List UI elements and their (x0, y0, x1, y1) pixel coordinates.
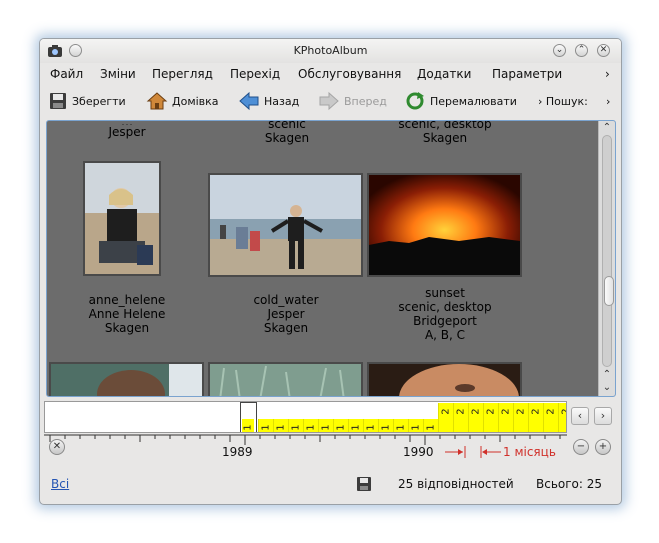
photo-person-beach (85, 163, 159, 274)
photo-grass-partial (210, 364, 361, 396)
close-button[interactable]: ✕ (597, 44, 610, 57)
scroll-up-icon[interactable]: ⌃ (600, 122, 614, 134)
thumbnail-image[interactable] (208, 362, 363, 396)
show-all-link[interactable]: Всі (51, 477, 69, 491)
menu-bar: Файл Зміни Перегляд Перехід Обслуговуван… (40, 65, 621, 85)
date-bar-column[interactable]: 1 (378, 419, 393, 432)
date-bar-column[interactable]: 2 (558, 403, 566, 432)
date-bar-column[interactable]: 1 (333, 419, 348, 432)
maximize-button[interactable]: ⌃ (575, 44, 588, 57)
photo-people-water (210, 175, 361, 275)
date-bar-column[interactable]: 2 (498, 403, 513, 432)
menu-maintenance[interactable]: Обслуговування (298, 67, 401, 81)
scrollbar-handle[interactable] (604, 276, 614, 306)
thumbnail-caption: scenic, desktop Skagen (398, 120, 492, 145)
date-bar-column[interactable]: 1 (318, 419, 333, 432)
date-axis: 1989 1990 1 місяць (44, 433, 567, 463)
menu-edit[interactable]: Зміни (100, 67, 136, 81)
clear-date-selection-button[interactable]: ✕ (49, 439, 65, 455)
zoom-out-button[interactable]: − (573, 439, 589, 455)
thumbnail-image[interactable] (208, 173, 363, 277)
menu-overflow-chevron[interactable]: › (605, 67, 610, 81)
year-label-1990: 1990 (403, 445, 434, 459)
date-bar-column[interactable]: 2 (513, 403, 528, 432)
date-bar-column[interactable]: 2 (468, 403, 483, 432)
total-count: Всього: 25 (536, 477, 603, 491)
unit-label: 1 місяць (503, 445, 556, 459)
back-button[interactable]: Назад (238, 90, 299, 112)
date-bar-column[interactable]: 2 (528, 403, 543, 432)
thumbnail-image[interactable] (367, 173, 522, 277)
search-toolbar-label[interactable]: › Пошук: (538, 90, 588, 112)
menu-plugins[interactable]: Додатки (417, 67, 471, 81)
date-scroll-right-button[interactable]: › (594, 407, 612, 425)
date-range-selection[interactable] (240, 402, 257, 432)
thumbnail-image[interactable] (83, 161, 161, 276)
menu-view[interactable]: Перегляд (152, 67, 213, 81)
back-arrow-icon (239, 91, 259, 111)
date-bar-column[interactable]: 1 (288, 419, 303, 432)
save-label: Зберегти (72, 94, 126, 108)
year-label-1989: 1989 (222, 445, 253, 459)
photo-sunset (369, 175, 520, 275)
redraw-label: Перемалювати (430, 94, 517, 108)
date-bar-column[interactable]: 1 (408, 419, 423, 432)
scroll-down-icon[interactable]: ⌄ (600, 382, 614, 394)
toolbar-overflow-chevron[interactable]: › (606, 90, 610, 112)
thumbnail-image[interactable] (49, 362, 204, 396)
thumbnail-view[interactable]: … Jesper scenic Skagen scenic, desktop S… (46, 120, 616, 397)
thumbnail-image[interactable] (367, 362, 522, 396)
date-bar-column[interactable]: 1 (303, 419, 318, 432)
zoom-in-button[interactable]: + (595, 439, 611, 455)
date-bar-column[interactable]: 1 (273, 419, 288, 432)
date-bar-column[interactable]: 1 (393, 419, 408, 432)
date-bar-column[interactable]: 2 (543, 403, 558, 432)
menu-file[interactable]: Файл (50, 67, 83, 81)
unit-range-arrows-icon (445, 446, 501, 458)
date-bar-column[interactable]: 1 (348, 419, 363, 432)
photo-portrait-partial (51, 364, 202, 396)
vertical-scrollbar[interactable]: ⌃ ⌃ ⌄ (598, 121, 615, 396)
scroll-up-icon[interactable]: ⌃ (600, 369, 614, 381)
thumbnail-caption: sunset scenic, desktop Bridgeport A, B, … (398, 286, 492, 342)
forward-label: Вперед (344, 94, 387, 108)
forward-button[interactable]: Вперед (318, 90, 387, 112)
toolbar: Зберегти Домівка Назад Вперед Перемалюва… (40, 87, 621, 115)
match-count: 25 відповідностей (398, 477, 514, 491)
date-bar-column[interactable]: 1 (258, 419, 273, 432)
date-bar-column[interactable]: 1 (363, 419, 378, 432)
thumbnail-caption: … Jesper (108, 121, 146, 139)
date-bar[interactable]: 1111111111111222222222 (44, 401, 567, 433)
save-button[interactable]: Зберегти (48, 90, 126, 112)
save-status-icon[interactable] (356, 476, 372, 492)
date-bar-column[interactable]: 2 (483, 403, 498, 432)
save-icon (50, 93, 66, 109)
menu-settings[interactable]: Параметри (492, 67, 562, 81)
menu-go[interactable]: Перехід (230, 67, 280, 81)
thumbnail-caption: anne_helene Anne Helene Skagen (88, 293, 166, 335)
back-label: Назад (264, 94, 300, 108)
home-button[interactable]: Домівка (146, 90, 219, 112)
refresh-icon (406, 92, 424, 110)
thumbnail-caption: cold_water Jesper Skagen (253, 293, 319, 335)
scrollbar-groove[interactable] (602, 135, 614, 367)
main-window: KPhotoAlbum ⌄ ⌃ ✕ Файл Зміни Перегляд Пе… (39, 38, 622, 505)
home-icon (146, 92, 168, 110)
date-scroll-left-button[interactable]: ‹ (571, 407, 589, 425)
title-bar: KPhotoAlbum ⌄ ⌃ ✕ (40, 39, 621, 63)
thumbnail-grid: … Jesper scenic Skagen scenic, desktop S… (47, 121, 599, 396)
window-title: KPhotoAlbum (293, 44, 368, 57)
photo-face-partial (369, 364, 520, 396)
thumbnail-caption: scenic Skagen (264, 120, 310, 145)
redraw-button[interactable]: Перемалювати (404, 90, 517, 112)
date-bar-column[interactable]: 2 (438, 403, 453, 432)
status-bar: Всі 25 відповідностей Всього: 25 (40, 471, 621, 497)
forward-arrow-icon (319, 91, 339, 111)
date-bar-column[interactable]: 1 (423, 419, 438, 432)
date-bar-column[interactable]: 2 (453, 403, 468, 432)
home-label: Домівка (172, 94, 219, 108)
minimize-button[interactable]: ⌄ (553, 44, 566, 57)
